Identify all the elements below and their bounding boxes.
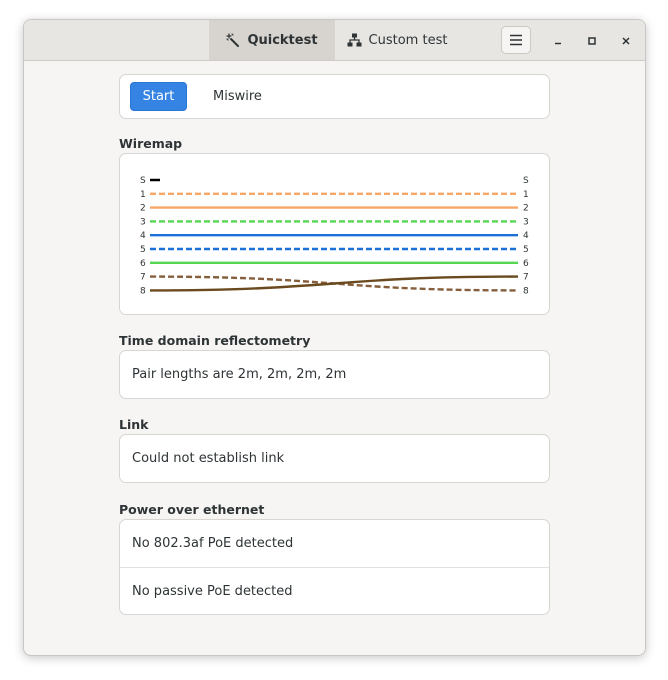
tdr-heading: Time domain reflectometry [119,333,311,348]
wiremap-heading: Wiremap [119,136,183,151]
magic-wand-icon [226,33,240,47]
wiremap-right-label-8: 8 [523,286,529,296]
minimize-button[interactable] [548,30,568,50]
header-bar: Quicktest Custom test [24,20,645,61]
wiremap-left-label-6: 6 [140,259,146,269]
test-result-status: Miswire [213,89,262,104]
test-control-card: Start Miswire [119,74,550,119]
hamburger-icon [509,31,523,50]
link-result: Could not establish link [132,451,285,466]
wiremap-right-label-2: 2 [523,204,529,214]
tab-custom-test-label: Custom test [368,32,448,48]
poe-passive-result: No passive PoE detected [120,567,549,614]
tdr-card: Pair lengths are 2m, 2m, 2m, 2m [119,350,550,399]
network-icon [347,33,362,47]
wiremap-left-label-S: S [140,176,146,186]
wiremap-right-label-5: 5 [523,245,529,255]
wiremap-left-label-8: 8 [140,286,146,296]
wiremap-right-label-7: 7 [523,273,529,283]
wiremap-right-label-3: 3 [523,217,529,227]
tab-quicktest-label: Quicktest [247,32,318,48]
close-icon [621,31,631,50]
start-button[interactable]: Start [130,82,187,111]
wiremap-left-label-4: 4 [140,231,146,241]
maximize-button[interactable] [582,30,602,50]
maximize-icon [587,31,597,50]
poe-heading: Power over ethernet [119,502,265,517]
app-window: Quicktest Custom test Start Miswire Wire… [23,19,646,656]
tab-quicktest[interactable]: Quicktest [209,20,335,60]
tdr-result: Pair lengths are 2m, 2m, 2m, 2m [132,367,347,382]
wiremap-diagram: S 1 2 3 4 5 6 7 8 S 1 2 3 4 5 6 7 8 [140,176,529,296]
wiremap-card: S 1 2 3 4 5 6 7 8 S 1 2 3 4 5 6 7 8 [119,153,550,315]
wiremap-left-label-1: 1 [140,190,146,200]
wiremap-left-label-5: 5 [140,245,146,255]
main-menu-button[interactable] [501,26,531,54]
poe-8023af-result: No 802.3af PoE detected [132,536,294,551]
minimize-icon [553,31,563,50]
wiremap-left-label-3: 3 [140,217,146,227]
link-heading: Link [119,417,149,432]
link-card: Could not establish link [119,434,550,483]
wiremap-right-label-S: S [523,176,529,186]
wiremap-right-label-1: 1 [523,190,529,200]
poe-card: No 802.3af PoE detected No passive PoE d… [119,519,550,615]
tab-custom-test[interactable]: Custom test [335,20,459,60]
wiremap-wire-8 [149,275,519,292]
wiremap-left-label-2: 2 [140,204,146,214]
wiremap-left-label-7: 7 [140,273,146,283]
wiremap-right-label-6: 6 [523,259,529,269]
close-button[interactable] [616,30,636,50]
wiremap-right-label-4: 4 [523,231,529,241]
